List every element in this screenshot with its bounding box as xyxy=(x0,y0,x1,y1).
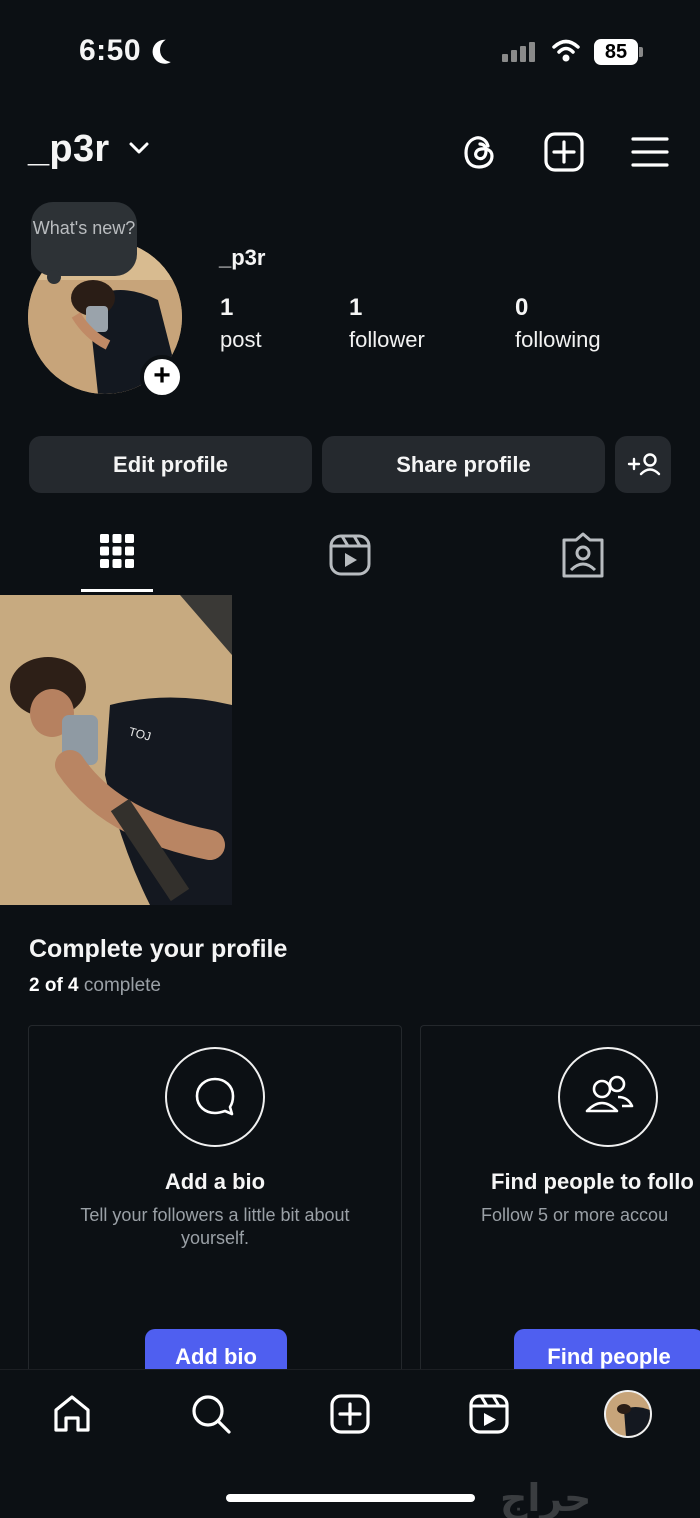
stat-label: following xyxy=(515,327,601,352)
reels-icon[interactable] xyxy=(467,1392,511,1436)
stat-posts[interactable]: 1 post xyxy=(220,294,262,353)
chevron-down-icon[interactable] xyxy=(128,140,150,156)
profile-header: _p3r xyxy=(0,122,700,182)
complete-profile-title: Complete your profile xyxy=(29,935,288,963)
progress-count: 2 of 4 xyxy=(29,975,79,996)
status-bar: 6:50 85 xyxy=(0,0,700,100)
menu-icon[interactable] xyxy=(628,130,672,174)
search-icon[interactable] xyxy=(189,1392,233,1436)
reels-icon[interactable] xyxy=(315,530,385,590)
progress-label: complete xyxy=(83,975,162,996)
chat-bubble-icon xyxy=(165,1047,265,1147)
profile-display-name: _p3r xyxy=(219,245,266,270)
home-indicator xyxy=(226,1494,475,1502)
stat-following[interactable]: 0 following xyxy=(515,294,601,353)
account-switcher[interactable]: _p3r xyxy=(28,128,109,171)
nav-avatar-image xyxy=(606,1392,650,1436)
card-subtitle: Tell your followers a little bit about y… xyxy=(80,1205,350,1248)
home-icon[interactable] xyxy=(50,1392,94,1436)
card-subtitle: Follow 5 or more accou xyxy=(481,1205,669,1225)
card-add-bio: Add a bio Tell your followers a little b… xyxy=(28,1025,402,1385)
card-title: Add a bio xyxy=(164,1169,266,1194)
stat-followers[interactable]: 1 follower xyxy=(349,294,425,353)
card-find-people: Find people to follo Follow 5 or more ac… xyxy=(420,1025,700,1385)
tagged-icon[interactable] xyxy=(548,530,618,590)
discover-people-button[interactable] xyxy=(615,436,671,493)
add-person-icon xyxy=(627,453,661,476)
edit-profile-button[interactable]: Edit profile xyxy=(29,436,312,493)
status-time: 6:50 xyxy=(79,34,142,67)
note-tail xyxy=(47,270,61,284)
moon-icon xyxy=(158,36,186,64)
create-icon[interactable] xyxy=(328,1392,372,1436)
signal-icon xyxy=(502,42,535,62)
share-profile-button[interactable]: Share profile xyxy=(322,436,605,493)
battery-cap xyxy=(639,47,643,57)
stat-label: follower xyxy=(349,327,425,352)
people-icon xyxy=(558,1047,658,1147)
watermark-logo: حراج xyxy=(500,1476,592,1518)
stat-value: 1 xyxy=(220,294,234,321)
post-image: TOJ xyxy=(0,595,232,905)
stat-value: 1 xyxy=(349,294,363,321)
stat-label: post xyxy=(220,327,262,352)
profile-avatar[interactable] xyxy=(604,1390,652,1438)
card-title: Find people to follo xyxy=(491,1169,694,1194)
threads-icon[interactable] xyxy=(458,130,502,174)
create-post-icon[interactable] xyxy=(542,130,586,174)
grid-icon[interactable] xyxy=(82,530,152,590)
wifi-icon xyxy=(552,39,580,62)
complete-profile-progress: 2 of 4 complete xyxy=(29,975,161,997)
stat-value: 0 xyxy=(515,294,529,321)
battery-icon: 85 xyxy=(594,39,638,65)
note-bubble[interactable]: What's new? xyxy=(31,202,137,276)
active-tab-indicator xyxy=(81,589,153,592)
post-thumbnail[interactable]: TOJ xyxy=(0,595,232,905)
add-story-button[interactable]: + xyxy=(140,355,184,399)
